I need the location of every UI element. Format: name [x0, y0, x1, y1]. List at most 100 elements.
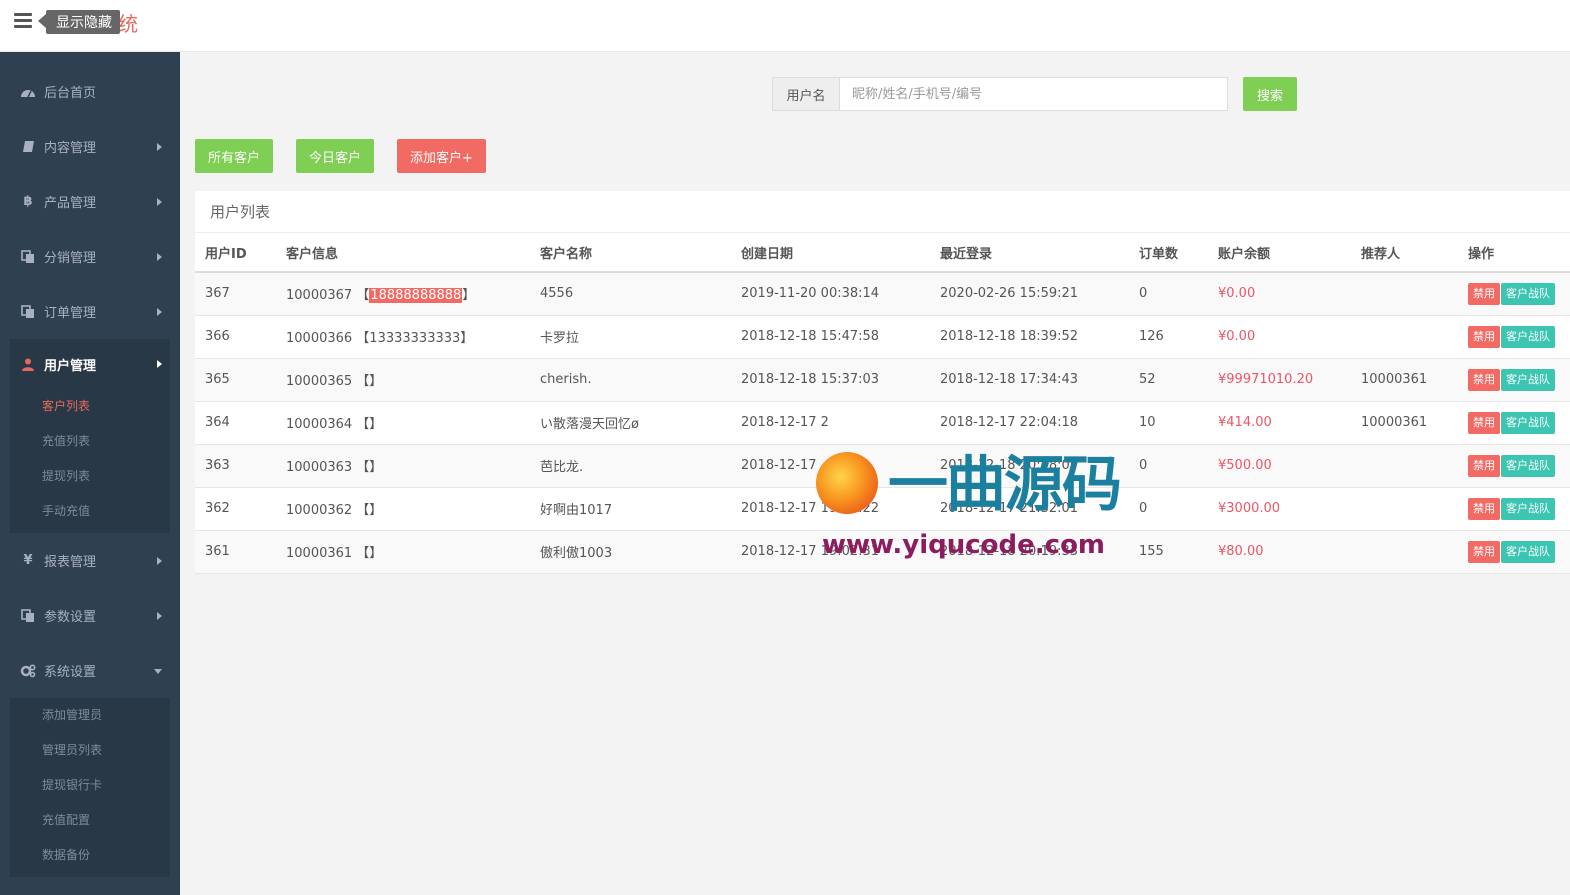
cell-info: 10000363 【】	[276, 444, 530, 488]
sidebar-subitem[interactable]: 添加管理员	[10, 698, 170, 733]
search-input[interactable]	[839, 77, 1228, 111]
bitcoin-icon: ฿	[23, 194, 33, 209]
system-sub-list: 添加管理员 管理员列表 提现银行卡 充值配置 数据备份	[10, 698, 170, 877]
chevron-right-icon	[157, 307, 162, 316]
sidebar: 后台首页 内容管理 ฿ 产品管理分销管理订单管理 用户管理 客户列表 充值列表 提现列表手…	[0, 52, 180, 895]
sidebar-subitem[interactable]: 提现银行卡	[10, 768, 170, 803]
sidebar-item-user-management[interactable]: 用户管理	[10, 339, 170, 389]
customer-team-button[interactable]: 客户战队	[1501, 497, 1555, 520]
cell-referrer	[1351, 530, 1458, 574]
customer-team-button[interactable]: 客户战队	[1501, 411, 1555, 434]
cell-id: 364	[195, 401, 276, 445]
cell-id: 365	[195, 358, 276, 402]
menu-toggle-icon[interactable]	[14, 13, 32, 29]
sidebar-subitem[interactable]: 手动充值	[10, 494, 170, 529]
sidebar-item-distribution[interactable]: 分销管理	[0, 229, 180, 284]
cell-login: 2018-12-18 20:19:33	[930, 530, 1129, 574]
cell-name: 芭比龙.	[530, 444, 731, 488]
cell-orders: 155	[1129, 530, 1208, 574]
sidebar-item-label: 分销管理	[44, 251, 97, 266]
customer-team-button[interactable]: 客户战队	[1501, 325, 1555, 348]
cell-created: 2018-12-18 15:47:58	[731, 315, 930, 359]
search-button[interactable]: 搜索	[1243, 77, 1297, 111]
top-bar: 显示隐藏 统	[0, 0, 1570, 52]
sidebar-item-label: 用户管理	[44, 358, 97, 374]
customer-team-button[interactable]: 客户战队	[1501, 454, 1555, 477]
ban-button[interactable]: 禁用	[1468, 282, 1500, 305]
column-header[interactable]: 账户余额	[1208, 233, 1351, 273]
column-header[interactable]: 客户信息	[276, 233, 530, 273]
add-customer-button[interactable]: 添加客户+	[397, 139, 486, 173]
toggle-tooltip[interactable]: 显示隐藏	[38, 10, 120, 34]
cell-id: 363	[195, 444, 276, 488]
cell-referrer	[1351, 444, 1458, 488]
cell-referrer	[1351, 315, 1458, 359]
sidebar-item-label: 报表管理	[44, 555, 97, 570]
chevron-right-icon	[157, 142, 162, 151]
copy-icon	[20, 249, 36, 264]
sidebar-subitem[interactable]: 客户列表	[10, 389, 170, 424]
table-row: 365 10000365 【】 cherish. 2018-12-18 15:37:0…	[195, 358, 1570, 402]
today-customers-button[interactable]: 今日客户	[296, 139, 375, 173]
column-header[interactable]: 用户ID	[195, 233, 276, 273]
sidebar-subitem[interactable]: 数据备份	[10, 838, 170, 873]
table-header-row: 用户ID 客户信息 客户名称 创建日期 最近登录 订单数 账户余额 推荐人 操作	[195, 233, 1570, 273]
cell-referrer	[1351, 272, 1458, 316]
customer-team-button[interactable]: 客户战队	[1501, 368, 1555, 391]
customer-team-button[interactable]: 客户战队	[1501, 540, 1555, 563]
cell-actions: 禁用 客户战队	[1458, 487, 1570, 531]
column-header[interactable]: 创建日期	[731, 233, 930, 273]
ban-button[interactable]: 禁用	[1468, 540, 1500, 563]
cell-actions: 禁用 客户战队	[1458, 401, 1570, 445]
column-header[interactable]: 最近登录	[930, 233, 1129, 273]
all-customers-button[interactable]: 所有客户	[195, 139, 274, 173]
cell-orders: 0	[1129, 444, 1208, 488]
table-row: 361 10000361 【】 傲利傲1003 2018-12-17 19:02:31…	[195, 530, 1570, 574]
cell-info: 10000366 【13333333333】	[276, 315, 530, 359]
cell-balance: ¥500.00	[1208, 444, 1351, 488]
user-table: 用户ID 客户信息 客户名称 创建日期 最近登录 订单数 账户余额 推荐人 操作 367 1000…	[195, 233, 1570, 574]
ban-button[interactable]: 禁用	[1468, 497, 1500, 520]
cell-login: 2018-12-18 18:39:52	[930, 315, 1129, 359]
panel-title: 用户列表	[195, 191, 1570, 233]
ban-button[interactable]: 禁用	[1468, 368, 1500, 391]
filter-bar: 所有客户 今日客户 添加客户+	[195, 139, 509, 173]
cogs-icon	[20, 663, 36, 678]
cell-created: 2018-12-17	[731, 444, 930, 488]
cell-orders: 10	[1129, 401, 1208, 445]
cell-name: 好啊由1017	[530, 487, 731, 531]
ban-button[interactable]: 禁用	[1468, 454, 1500, 477]
column-header[interactable]: 客户名称	[530, 233, 731, 273]
copy-icon	[20, 608, 36, 623]
customer-team-button[interactable]: 客户战队	[1501, 282, 1555, 305]
cell-referrer: 10000361	[1351, 401, 1458, 445]
cell-orders: 52	[1129, 358, 1208, 402]
cell-info: 10000362 【】	[276, 487, 530, 531]
sidebar-subitem[interactable]: 提现列表	[10, 459, 170, 494]
sidebar-item-system-settings[interactable]: 系统设置	[0, 643, 180, 698]
sidebar-item-params[interactable]: 参数设置	[0, 588, 180, 643]
cell-id: 362	[195, 487, 276, 531]
cell-actions: 禁用 客户战队	[1458, 358, 1570, 402]
sidebar-item-home[interactable]: 后台首页	[0, 64, 180, 119]
sidebar-item-orders[interactable]: 订单管理	[0, 284, 180, 339]
table-row: 367 10000367 【18888888888】 4556 2019-11-20 …	[195, 272, 1570, 316]
sidebar-item-content[interactable]: 内容管理	[0, 119, 180, 174]
table-row: 362 10000362 【】 好啊由1017 2018-12-17 19:06:22…	[195, 487, 1570, 531]
yen-icon: ¥	[23, 553, 33, 568]
column-header[interactable]: 操作	[1458, 233, 1570, 273]
ban-button[interactable]: 禁用	[1468, 411, 1500, 434]
table-row: 364 10000364 【】 い散落漫天回忆ø 2018-12-17 2 2018-1…	[195, 401, 1570, 445]
cell-login: 2018-12-17 22:04:18	[930, 401, 1129, 445]
chevron-right-icon	[157, 197, 162, 206]
main-content: 用户名 搜索 所有客户 今日客户 添加客户+ 用户列表 用户ID客户信息客户名称…	[180, 52, 1570, 895]
column-header[interactable]: 订单数	[1129, 233, 1208, 273]
sidebar-subitem[interactable]: 管理员列表	[10, 733, 170, 768]
column-header[interactable]: 推荐人	[1351, 233, 1458, 273]
sidebar-item-products[interactable]: ฿ 产品管理	[0, 174, 180, 229]
cell-balance: ¥80.00	[1208, 530, 1351, 574]
ban-button[interactable]: 禁用	[1468, 325, 1500, 348]
sidebar-subitem[interactable]: 充值配置	[10, 803, 170, 838]
sidebar-item-reports[interactable]: ¥ 报表管理	[0, 533, 180, 588]
sidebar-subitem[interactable]: 充值列表	[10, 424, 170, 459]
